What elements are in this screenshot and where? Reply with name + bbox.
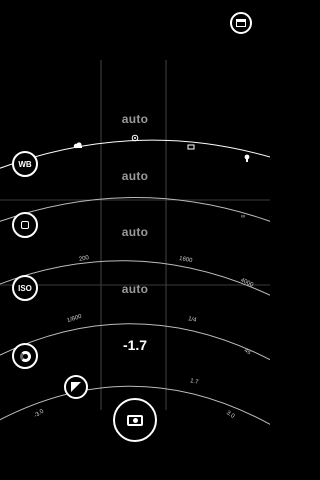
wb-arc[interactable] bbox=[0, 139, 270, 172]
iso-label: ISO bbox=[18, 283, 32, 293]
menu-icon bbox=[236, 19, 246, 27]
wb-label: WB bbox=[18, 159, 32, 169]
focus-button[interactable] bbox=[12, 212, 38, 238]
camera-icon bbox=[127, 414, 143, 426]
focus-infinity-label: ∞ bbox=[241, 214, 246, 220]
focus-value: auto bbox=[121, 169, 149, 183]
exposure-button[interactable] bbox=[64, 375, 88, 399]
shutter-speed-icon bbox=[19, 350, 31, 362]
cloudy-icon[interactable] bbox=[73, 142, 82, 149]
wb-value: auto bbox=[121, 112, 149, 126]
fluorescent-icon[interactable] bbox=[187, 144, 195, 150]
iso-value: auto bbox=[121, 225, 149, 239]
exposure-compensation-icon bbox=[71, 382, 81, 392]
shutter-button[interactable] bbox=[12, 343, 38, 369]
incandescent-icon[interactable] bbox=[244, 154, 250, 162]
wb-button[interactable]: WB bbox=[12, 151, 38, 177]
exposure-value: -1.7 bbox=[122, 337, 148, 353]
focus-square-icon bbox=[21, 221, 29, 229]
shutter-value: auto bbox=[121, 282, 149, 296]
auto-icon[interactable] bbox=[131, 134, 139, 142]
focus-arc[interactable] bbox=[0, 197, 270, 226]
menu-button[interactable] bbox=[230, 12, 252, 34]
capture-button[interactable] bbox=[113, 398, 157, 442]
iso-button[interactable]: ISO bbox=[12, 275, 38, 301]
